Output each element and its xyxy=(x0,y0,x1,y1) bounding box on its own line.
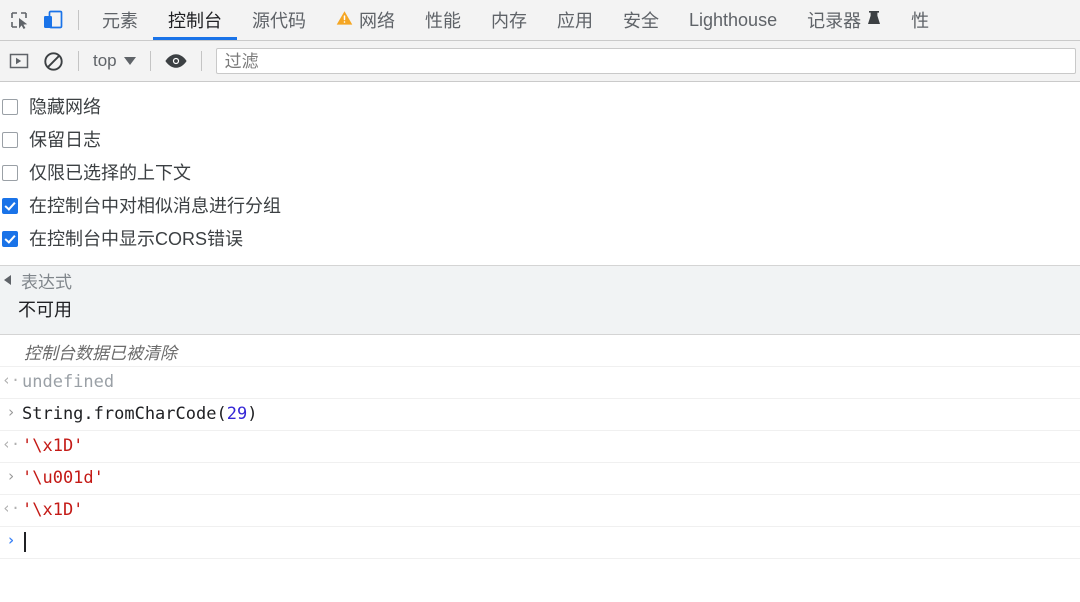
toolbar-divider xyxy=(78,10,79,30)
console-cleared-message: 控制台数据已被清除 xyxy=(24,344,177,363)
device-toolbar-icon[interactable] xyxy=(36,0,70,40)
tab-performance-insights[interactable]: 性 xyxy=(896,0,929,40)
tab-recorder[interactable]: 记录器 xyxy=(792,0,896,40)
warning-triangle-icon xyxy=(336,10,353,31)
filter-input[interactable]: 过滤 xyxy=(215,48,1076,74)
chevron-collapse-icon[interactable] xyxy=(4,275,11,285)
tab-label: 应用 xyxy=(557,11,593,31)
sidebar-toggle-icon[interactable] xyxy=(2,44,36,78)
console-settings-panel: 隐藏网络 保留日志 仅限已选择的上下文 在控制台中对相似消息进行分组 在控制台中… xyxy=(0,82,1080,266)
live-expression-panel: 表达式 不可用 xyxy=(0,266,1080,335)
setting-label: 在控制台中显示CORS错误 xyxy=(29,228,244,249)
console-result-row: ‹· undefined xyxy=(0,367,1080,399)
live-expression-value: 不可用 xyxy=(18,300,72,320)
setting-label: 在控制台中对相似消息进行分组 xyxy=(29,195,281,216)
console-filter-toolbar: top 过滤 xyxy=(0,41,1080,82)
live-expression-eye-icon[interactable] xyxy=(159,44,193,78)
code-prefix: String.fromCharCode( xyxy=(22,404,227,424)
live-expression-title: 表达式 xyxy=(21,272,72,292)
console-result-row: ‹· '\x1D' xyxy=(0,495,1080,527)
console-result-row: ‹· '\x1D' xyxy=(0,431,1080,463)
console-input-text: String.fromCharCode(29) xyxy=(22,403,257,425)
text-cursor xyxy=(24,532,26,552)
execution-context-value: top xyxy=(93,51,117,70)
tab-label: 安全 xyxy=(623,11,659,31)
setting-show-cors-errors[interactable]: 在控制台中显示CORS错误 xyxy=(0,222,1080,255)
checkbox[interactable] xyxy=(2,131,18,148)
tab-label: 性 xyxy=(911,11,930,31)
tab-label: 网络 xyxy=(359,11,395,31)
code-suffix: ) xyxy=(247,404,258,424)
console-output: 控制台数据已被清除 ‹· undefined › String.fromChar… xyxy=(0,335,1080,559)
setting-label: 保留日志 xyxy=(29,129,101,150)
live-expression-header[interactable]: 表达式 xyxy=(0,266,1080,294)
tab-elements[interactable]: 元素 xyxy=(87,0,153,40)
setting-selected-context-only[interactable]: 仅限已选择的上下文 xyxy=(0,156,1080,189)
console-input-row[interactable]: › '\u001d' xyxy=(0,463,1080,495)
tab-performance[interactable]: 性能 xyxy=(410,0,476,40)
tab-label: 源代码 xyxy=(252,11,306,31)
tab-label: Lighthouse xyxy=(689,9,778,30)
tab-application[interactable]: 应用 xyxy=(542,0,608,40)
input-arrow-icon: › xyxy=(6,467,16,485)
prompt-arrow-icon: › xyxy=(6,531,16,549)
filterbar-divider xyxy=(78,51,79,71)
result-arrow-icon: ‹· xyxy=(1,499,21,517)
tab-lighthouse[interactable]: Lighthouse xyxy=(674,0,792,40)
tab-label: 记录器 xyxy=(807,11,862,31)
console-result-text: undefined xyxy=(22,372,115,392)
tab-console[interactable]: 控制台 xyxy=(153,0,237,40)
tab-sources[interactable]: 源代码 xyxy=(237,0,321,40)
setting-preserve-log[interactable]: 保留日志 xyxy=(0,123,1080,156)
tab-memory[interactable]: 内存 xyxy=(476,0,542,40)
filter-placeholder: 过滤 xyxy=(224,51,259,71)
chevron-down-icon xyxy=(123,57,136,65)
code-number: 29 xyxy=(226,404,248,424)
filterbar-divider xyxy=(149,51,151,71)
tab-label: 控制台 xyxy=(168,11,222,31)
result-arrow-icon: ‹· xyxy=(1,371,21,389)
checkbox[interactable] xyxy=(2,197,18,214)
tab-security[interactable]: 安全 xyxy=(608,0,674,40)
result-arrow-icon: ‹· xyxy=(1,435,21,453)
clear-console-icon[interactable] xyxy=(36,44,70,78)
tab-network[interactable]: 网络 xyxy=(321,0,410,40)
console-result-text: '\x1D' xyxy=(22,500,84,520)
setting-label: 仅限已选择的上下文 xyxy=(29,162,191,183)
checkbox[interactable] xyxy=(2,98,18,115)
execution-context-selector[interactable]: top xyxy=(87,48,142,74)
setting-label: 隐藏网络 xyxy=(29,96,101,117)
checkbox[interactable] xyxy=(2,164,18,181)
console-prompt-input[interactable] xyxy=(22,531,26,553)
setting-hide-network[interactable]: 隐藏网络 xyxy=(0,90,1080,123)
setting-group-similar[interactable]: 在控制台中对相似消息进行分组 xyxy=(0,189,1080,222)
flask-icon xyxy=(867,10,881,31)
console-prompt-row[interactable]: › xyxy=(0,527,1080,559)
devtools-tabbar: 元素 控制台 源代码 网络 性能 内存 应用 安全 Lighthouse 记录器 xyxy=(0,0,1080,41)
console-input-row[interactable]: › String.fromCharCode(29) xyxy=(0,399,1080,431)
input-arrow-icon: › xyxy=(6,403,16,421)
console-result-text: '\x1D' xyxy=(22,436,84,456)
tab-label: 性能 xyxy=(425,11,461,31)
console-input-text: '\u001d' xyxy=(22,468,104,488)
gutter xyxy=(0,339,22,341)
tab-label: 元素 xyxy=(102,11,138,31)
checkbox[interactable] xyxy=(2,230,18,247)
console-cleared-row: 控制台数据已被清除 xyxy=(0,335,1080,367)
tab-label: 内存 xyxy=(491,11,527,31)
inspect-element-icon[interactable] xyxy=(2,0,36,40)
filterbar-divider xyxy=(200,51,202,71)
